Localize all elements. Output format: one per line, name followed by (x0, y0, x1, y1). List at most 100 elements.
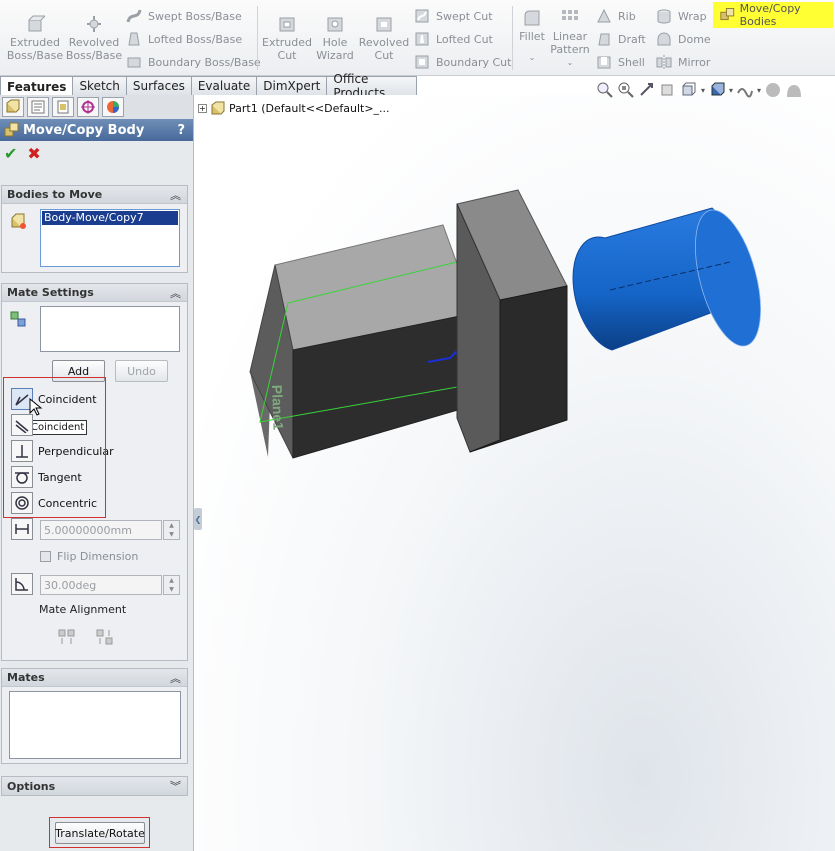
boundary-boss-icon (127, 57, 141, 68)
flip-dimension-checkbox[interactable] (40, 551, 51, 562)
revolved-boss-button[interactable]: Revolved Boss/Base (66, 14, 122, 62)
dimxpert-manager-tab[interactable] (77, 97, 99, 117)
revolved-boss-icon (87, 16, 101, 32)
zoom-to-fit-icon[interactable] (596, 81, 614, 99)
shell-button[interactable]: Shell (596, 52, 645, 72)
chevron-down-icon[interactable]: ▾ (729, 86, 733, 95)
hide-show-items-icon[interactable] (736, 81, 754, 99)
graphics-area[interactable]: Plane1 (195, 95, 835, 851)
display-style-icon[interactable] (708, 81, 726, 99)
mate-selection-icon (10, 311, 26, 327)
feature-tree-icon (6, 99, 20, 113)
move-copy-icon (720, 8, 735, 21)
view-orientation-icon[interactable] (680, 81, 698, 99)
bodies-list[interactable]: Body-Move/Copy7 (40, 209, 180, 267)
lofted-boss-icon (128, 32, 140, 46)
mate-settings-header[interactable]: Mate Settings ︽ (2, 284, 187, 302)
rib-button[interactable]: Rib (596, 6, 636, 26)
extruded-boss-button[interactable]: Extruded Boss/Base (7, 14, 63, 62)
collapse-icon[interactable]: ︽ (170, 187, 181, 203)
move-copy-icon (4, 122, 19, 137)
dome-icon (657, 32, 671, 46)
distance-spinner[interactable]: ▲ ▼ (163, 520, 180, 540)
tab-evaluate[interactable]: Evaluate (190, 76, 258, 95)
pm-title: Move/Copy Body (23, 122, 145, 138)
mates-group: Mates ︽ (1, 668, 188, 764)
bodies-to-move-header[interactable]: Bodies to Move ︽ (2, 186, 187, 204)
command-tabs: Features Sketch Surfaces Evaluate DimXpe… (0, 72, 417, 100)
swept-boss-button[interactable]: Swept Boss/Base (126, 6, 242, 26)
wrap-button[interactable]: Wrap (656, 6, 707, 26)
collapse-icon[interactable]: ︽ (170, 285, 181, 301)
lofted-boss-button[interactable]: Lofted Boss/Base (126, 29, 242, 49)
previous-view-icon[interactable] (638, 81, 656, 99)
mates-list[interactable] (9, 691, 181, 759)
mirror-button[interactable]: Mirror (656, 52, 710, 72)
highlight-box-mates (3, 377, 106, 518)
mate-selections-list[interactable] (40, 306, 180, 352)
extruded-cut-button[interactable]: Extruded Cut (262, 14, 312, 62)
fillet-dropdown-icon[interactable]: ⌄ (529, 51, 536, 64)
tab-office-products[interactable]: Office Products (326, 72, 417, 100)
ok-check-icon[interactable]: ✔ (4, 144, 17, 163)
lofted-cut-button[interactable]: Lofted Cut (414, 29, 493, 49)
lofted-cut-icon (415, 32, 429, 46)
display-icon (107, 101, 119, 113)
shell-icon (597, 56, 611, 69)
angle-icon[interactable] (11, 573, 33, 595)
property-manager-tab[interactable] (27, 97, 49, 117)
fillet-button[interactable]: Fillet ⌄ (516, 8, 548, 64)
aligned-icon[interactable] (57, 628, 77, 646)
options-group: Options ︾ (1, 776, 188, 796)
distance-icon[interactable] (11, 518, 33, 540)
tab-surfaces[interactable]: Surfaces (125, 76, 192, 95)
chevron-down-icon[interactable]: ▾ (701, 86, 705, 95)
angle-input[interactable]: 30.00deg (40, 575, 162, 595)
chevron-down-icon[interactable]: ▾ (757, 86, 761, 95)
angle-spinner[interactable]: ▲ ▼ (163, 575, 180, 595)
part-label[interactable]: Part1 (Default<<Default>_... (229, 102, 390, 115)
pattern-dropdown-icon[interactable]: ⌄ (567, 56, 574, 69)
boundary-boss-button[interactable]: Boundary Boss/Base (126, 52, 261, 72)
revolved-cut-button[interactable]: Revolved Cut (358, 14, 410, 62)
undo-button[interactable]: Undo (115, 360, 168, 382)
tab-features[interactable]: Features (0, 76, 74, 96)
extruded-boss-icon (28, 15, 45, 32)
highlight-box-translate (49, 817, 150, 848)
part-icon (211, 101, 225, 115)
wrap-icon (657, 9, 671, 24)
mates-header[interactable]: Mates ︽ (2, 669, 187, 687)
zoom-to-area-icon[interactable] (617, 81, 635, 99)
section-view-icon[interactable] (659, 81, 677, 99)
feature-manager-tab[interactable] (2, 97, 24, 117)
move-copy-bodies-button[interactable]: Move/Copy Bodies (713, 2, 833, 28)
draft-button[interactable]: Draft (596, 29, 646, 49)
display-manager-tab[interactable] (102, 97, 124, 117)
panel-splitter-handle[interactable]: ❮ (194, 508, 202, 530)
apply-scene-icon[interactable] (785, 81, 803, 99)
edit-appearance-icon[interactable] (764, 81, 782, 99)
help-button[interactable]: ? (177, 123, 185, 138)
collapse-icon[interactable]: ︽ (170, 670, 181, 686)
swept-cut-button[interactable]: Swept Cut (414, 6, 493, 26)
tab-sketch[interactable]: Sketch (72, 76, 127, 95)
configuration-manager-tab[interactable] (52, 97, 74, 117)
anti-aligned-icon[interactable] (95, 628, 115, 646)
command-manager-ribbon: Extruded Boss/Base Revolved Boss/Base Sw… (0, 0, 835, 76)
ok-cancel-row: ✔ ✖ (0, 141, 193, 165)
expand-tree-icon[interactable]: + (198, 103, 207, 113)
linear-pattern-button[interactable]: Linear Pattern ⌄ (548, 8, 592, 69)
list-item[interactable]: Body-Move/Copy7 (42, 211, 178, 225)
expand-icon[interactable]: ︾ (170, 778, 181, 794)
flip-dimension-row: Flip Dimension (40, 550, 138, 563)
hole-wizard-icon (327, 17, 343, 32)
distance-input[interactable]: 5.00000000mm (40, 520, 162, 540)
bodies-to-move-group: Bodies to Move ︽ Body-Move/Copy7 (1, 185, 188, 273)
dome-button[interactable]: Dome (656, 29, 711, 49)
swept-boss-icon (126, 9, 142, 23)
boundary-cut-button[interactable]: Boundary Cut (414, 52, 511, 72)
tab-dimxpert[interactable]: DimXpert (256, 76, 328, 95)
options-header[interactable]: Options ︾ (2, 777, 187, 795)
cancel-x-icon[interactable]: ✖ (27, 144, 40, 163)
hole-wizard-button[interactable]: Hole Wizard (314, 14, 356, 62)
